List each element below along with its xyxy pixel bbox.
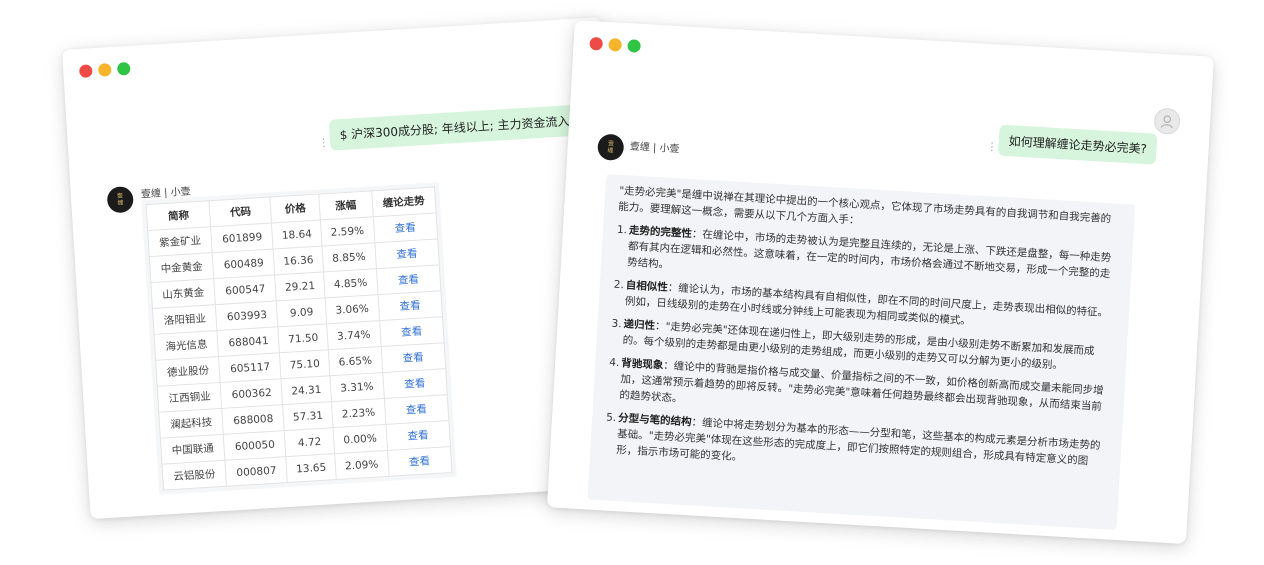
table-cell: 江西铜业 [157, 382, 223, 413]
table-cell: 24.31 [281, 375, 332, 405]
view-chart-link[interactable]: 查看 [380, 342, 446, 373]
column-header: 涨幅 [318, 190, 373, 221]
table-cell: 云铝股份 [161, 460, 227, 491]
stock-table-container: 简称 代码 价格 涨幅 缠论走势 紫金矿业 601899 18.64 2.59% 查看中… [141, 182, 457, 495]
table-cell: 600547 [214, 274, 277, 305]
bot-answer: "走势必完美"是缠中说禅在其理论中提出的一个核心观点，它体现了市场走势具有的自我… [587, 174, 1136, 531]
window-controls [78, 61, 131, 78]
user-message: 如何理解缠论走势必完美? [997, 124, 1158, 165]
message-menu-icon[interactable]: ⋮ [318, 136, 329, 150]
message-menu-icon[interactable]: ⋮ [986, 140, 997, 154]
table-cell: 18.64 [271, 220, 322, 249]
view-chart-link[interactable]: 查看 [387, 446, 453, 477]
point-number: 3. [611, 317, 622, 331]
bot-name: 壹缠 | 小壹 [629, 141, 680, 156]
chat-window-explanation: 如何理解缠论走势必完美? ⋮ 壹缠 壹缠 | 小壹 "走势必完美"是缠中说禅在其… [546, 20, 1214, 545]
bot-avatar: 壹缠 [597, 133, 625, 161]
table-cell: 中国联通 [160, 434, 226, 465]
table-cell: 海光信息 [154, 330, 219, 361]
table-cell: 山东黄金 [150, 278, 216, 309]
point-number: 4. [608, 356, 620, 370]
column-header: 简称 [146, 200, 211, 231]
table-cell: 2.59% [320, 216, 375, 246]
point-number: 2. [613, 278, 625, 292]
answer-points: 1. 走势的完整性：在缠论中，市场的走势被认为是完整且连续的，无论是上涨、下跌还是… [604, 222, 1119, 487]
table-cell: 600050 [223, 430, 287, 461]
table-cell: 3.31% [329, 372, 384, 402]
minimize-window-button[interactable] [97, 63, 112, 77]
view-chart-link[interactable]: 查看 [374, 238, 440, 269]
table-cell: 75.10 [279, 349, 330, 379]
stock-table: 简称 代码 价格 涨幅 缠论走势 紫金矿业 601899 18.64 2.59% 查看中… [145, 186, 453, 491]
table-cell: 71.50 [278, 323, 329, 353]
view-chart-link[interactable]: 查看 [383, 394, 449, 425]
table-cell: 688041 [217, 326, 280, 357]
point-number: 5. [605, 411, 617, 425]
chat-window-stocks: $ 沪深300成分股; 年线以上; 主力资金流入排序; ⋮ 壹缠 壹缠 | 小壹… [62, 17, 630, 520]
table-cell: 洛阳钼业 [152, 304, 218, 335]
point-title: 自相似性 [625, 279, 669, 294]
table-cell: 605117 [218, 352, 282, 383]
table-cell: 9.09 [276, 297, 327, 327]
avatar-text: 壹缠 [607, 140, 615, 155]
bot-avatar: 壹缠 [106, 185, 135, 214]
user-message: $ 沪深300成分股; 年线以上; 主力资金流入排序; [328, 102, 609, 151]
table-cell: 8.85% [321, 242, 377, 272]
table-cell: 29.21 [275, 271, 326, 301]
point-title: 走势的完整性 [628, 224, 693, 241]
table-cell: 600362 [220, 378, 283, 409]
table-cell: 600489 [212, 248, 276, 279]
point-title: 递归性 [623, 318, 656, 333]
table-cell: 德业股份 [155, 356, 221, 387]
maximize-window-button[interactable] [116, 61, 131, 76]
minimize-window-button[interactable] [608, 37, 622, 52]
table-cell: 2.09% [334, 450, 389, 480]
point-title: 分型与笔的结构 [617, 412, 692, 429]
table-cell: 603993 [215, 300, 279, 331]
table-cell: 澜起科技 [158, 408, 224, 439]
user-avatar-icon [1160, 115, 1173, 129]
table-cell: 2.23% [331, 398, 386, 428]
close-window-button[interactable] [78, 64, 93, 78]
maximize-window-button[interactable] [627, 39, 641, 53]
table-cell: 13.65 [286, 453, 337, 483]
window-controls [589, 36, 641, 53]
table-cell: 4.72 [284, 427, 335, 457]
table-cell: 000807 [225, 456, 288, 487]
table-cell: 57.31 [282, 401, 333, 431]
table-cell: 0.00% [332, 424, 388, 454]
table-cell: 688008 [222, 404, 285, 435]
column-header: 价格 [270, 194, 321, 224]
point-title: 背驰现象 [620, 357, 664, 372]
close-window-button[interactable] [589, 36, 604, 51]
table-cell: 4.85% [323, 268, 378, 298]
view-chart-link[interactable]: 查看 [372, 212, 438, 243]
column-header: 缠论走势 [371, 187, 437, 217]
table-cell: 中金黄金 [149, 252, 215, 283]
table-cell: 3.06% [325, 294, 380, 324]
view-chart-link[interactable]: 查看 [376, 264, 441, 295]
view-chart-link[interactable]: 查看 [385, 420, 451, 451]
view-chart-link[interactable]: 查看 [377, 290, 443, 321]
table-cell: 16.36 [273, 245, 324, 275]
user-avatar [1153, 107, 1181, 135]
view-chart-link[interactable]: 查看 [382, 368, 448, 399]
point-number: 1. [616, 223, 628, 237]
table-cell: 3.74% [326, 320, 381, 350]
column-header: 代码 [209, 197, 272, 227]
avatar-text: 壹缠 [116, 192, 124, 207]
table-cell: 601899 [210, 223, 274, 253]
table-cell: 紫金矿业 [147, 226, 213, 257]
view-chart-link[interactable]: 查看 [379, 316, 445, 347]
table-cell: 6.65% [328, 346, 383, 376]
